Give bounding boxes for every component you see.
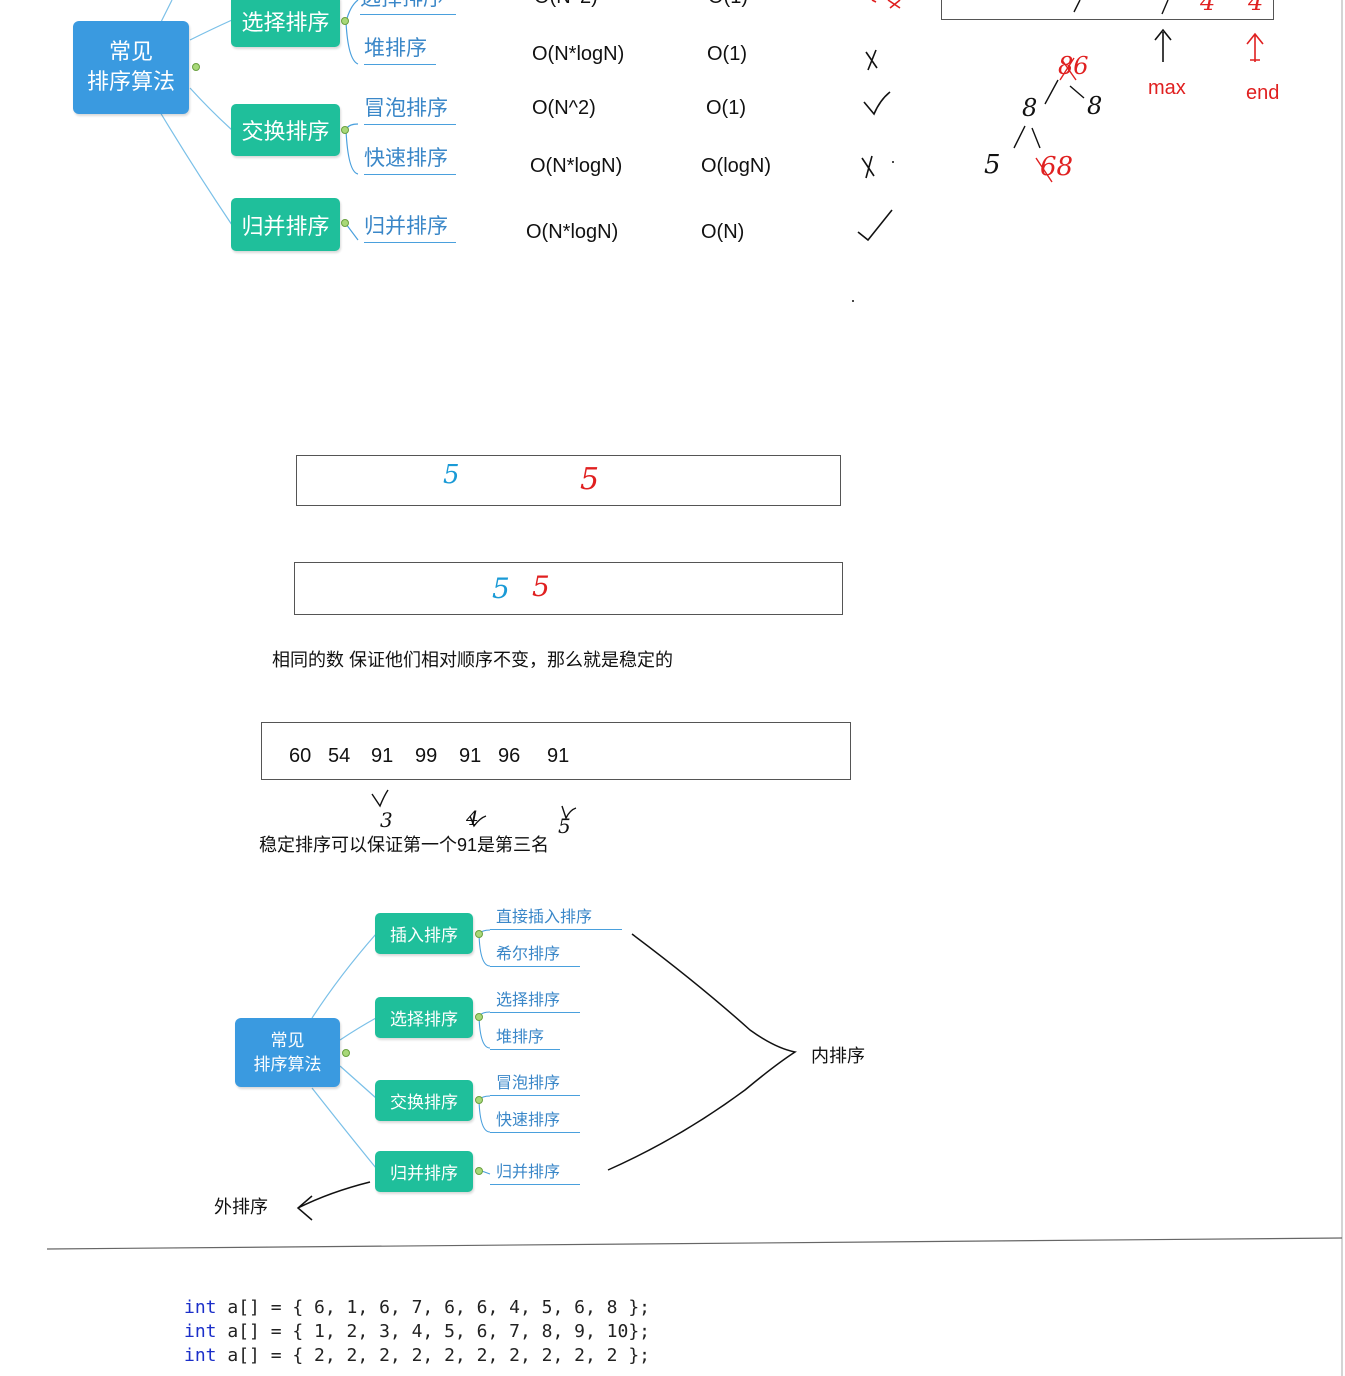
int-keyword: int <box>184 1345 217 1366</box>
code-line-1: int a[] = { 6, 1, 6, 7, 6, 6, 4, 5, 6, 8… <box>184 1296 650 1320</box>
code-line-3: int a[] = { 2, 2, 2, 2, 2, 2, 2, 2, 2, 2… <box>184 1344 650 1368</box>
section-divider <box>46 1237 1343 1250</box>
int-keyword: int <box>184 1297 217 1318</box>
int-keyword: int <box>184 1321 217 1342</box>
code-line-3-body: a[] = { 2, 2, 2, 2, 2, 2, 2, 2, 2, 2 }; <box>216 1345 650 1366</box>
code-line-2-body: a[] = { 1, 2, 3, 4, 5, 6, 7, 8, 9, 10}; <box>216 1321 650 1342</box>
code-line-1-body: a[] = { 6, 1, 6, 7, 6, 6, 4, 5, 6, 8 }; <box>216 1297 650 1318</box>
code-line-2: int a[] = { 1, 2, 3, 4, 5, 6, 7, 8, 9, 1… <box>184 1320 650 1344</box>
